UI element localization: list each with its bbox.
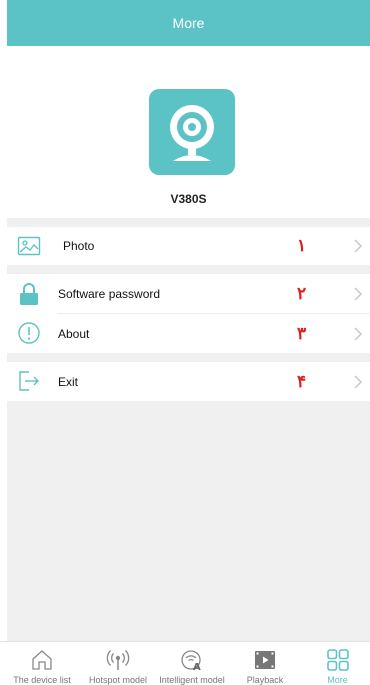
menu-item-about[interactable]: About ۳ <box>7 314 370 353</box>
svg-text:A: A <box>193 662 201 672</box>
home-icon <box>32 650 52 670</box>
playback-icon <box>255 651 275 669</box>
hotspot-icon <box>106 650 130 670</box>
image-icon <box>17 234 41 258</box>
empty-area <box>7 401 370 641</box>
tab-hotspot-model[interactable]: Hotspot model <box>82 642 154 685</box>
tab-intelligent-model[interactable]: A Intelligent model <box>154 642 230 685</box>
grid-icon <box>326 649 349 671</box>
bottom-tab-bar: The device list Hotspot model A Intellig… <box>0 641 370 685</box>
header-bar: More <box>7 0 370 46</box>
tab-device-list[interactable]: The device list <box>2 642 82 685</box>
section-divider <box>7 218 370 227</box>
chevron-right-icon <box>353 239 363 253</box>
menu-item-label: Photo <box>63 239 95 253</box>
info-icon <box>17 321 41 345</box>
device-name: V380S <box>170 192 207 206</box>
menu-item-label: Exit <box>58 374 79 389</box>
tab-playback[interactable]: Playback <box>230 642 300 685</box>
page-title: More <box>172 15 205 31</box>
menu-item-label: About <box>58 326 90 341</box>
section-divider <box>7 265 370 274</box>
menu-item-software-password[interactable]: Software password ۲ <box>7 274 370 314</box>
chevron-right-icon <box>353 374 363 389</box>
annotation-number: ۴ <box>297 371 307 391</box>
chevron-right-icon <box>353 326 363 341</box>
lock-icon <box>17 282 41 306</box>
device-profile: V380S <box>7 46 370 218</box>
menu-item-label: Software password <box>58 287 161 301</box>
annotation-number: ۲ <box>297 284 307 303</box>
intelligent-icon: A <box>181 650 201 672</box>
section-divider <box>7 353 370 362</box>
annotation-number: ۳ <box>297 323 307 343</box>
menu-item-photo[interactable]: Photo ۱ <box>7 227 370 265</box>
camera-logo-icon <box>149 89 235 175</box>
chevron-right-icon <box>353 287 363 301</box>
annotation-number: ۱ <box>297 236 307 255</box>
menu-item-exit[interactable]: Exit ۴ <box>7 362 370 401</box>
tab-more[interactable]: More <box>305 642 370 685</box>
exit-icon <box>17 369 41 393</box>
